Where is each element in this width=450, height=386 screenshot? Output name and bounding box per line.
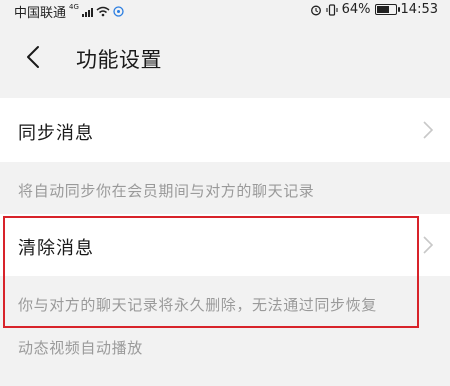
clear-messages-row[interactable]: 清除消息 (0, 214, 450, 276)
nav-header: 功能设置 (0, 20, 450, 92)
battery-icon (374, 4, 400, 15)
clock: 14:53 (400, 2, 438, 17)
sync-messages-description: 将自动同步你在会员期间与对方的聊天记录 (18, 182, 315, 200)
chevron-left-icon (27, 46, 39, 68)
video-autoplay-label: 动态视频自动播放 (18, 339, 143, 357)
status-bar: 中国联通 4G 64% 14:53 (0, 0, 450, 21)
alarm-icon (310, 5, 321, 15)
signal-icon (81, 6, 93, 17)
sync-messages-row[interactable]: 同步消息 (0, 98, 450, 162)
vibrate-icon (326, 3, 338, 16)
wifi-icon (96, 6, 110, 17)
notification-icon (113, 6, 124, 17)
clear-messages-description: 你与对方的聊天记录将永久删除，无法通过同步恢复 (18, 296, 377, 314)
sync-messages-label: 同步消息 (18, 123, 94, 144)
page-title: 功能设置 (76, 48, 162, 72)
back-button[interactable] (18, 42, 48, 72)
network-type: 4G (69, 3, 79, 11)
carrier-name: 中国联通 (14, 6, 67, 21)
chevron-right-icon (423, 121, 434, 139)
battery-percent: 64% (341, 2, 371, 17)
chevron-right-icon (423, 236, 434, 254)
clear-messages-label: 清除消息 (18, 238, 94, 259)
